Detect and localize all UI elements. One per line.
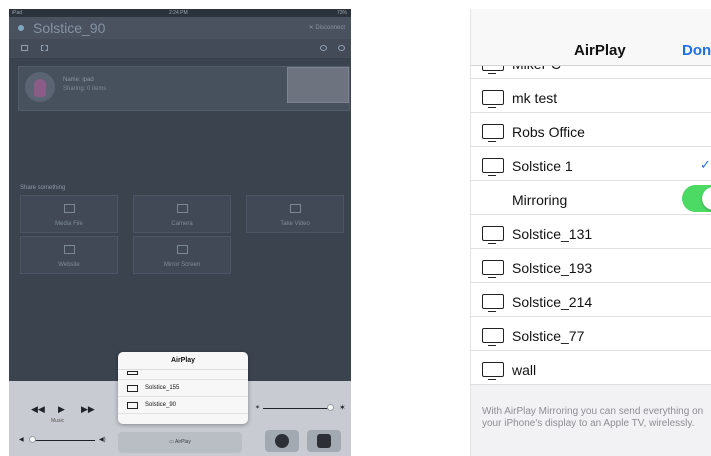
tv-icon [482,362,504,380]
popover-title: AirPlay [118,352,248,370]
brightness-knob[interactable] [327,404,334,411]
camera-tile[interactable]: Camera [133,195,231,233]
battery-label: 73% [336,10,347,16]
refresh-icon[interactable] [320,45,327,51]
status-dot-icon [18,25,24,31]
airplay-device-row[interactable] [118,370,248,380]
add-video-icon [290,204,301,213]
page-title: AirPlay [574,42,626,59]
media-file-tile[interactable]: Media File [20,195,118,233]
done-button[interactable]: Done [682,42,711,59]
airplay-device-row[interactable]: wall [471,351,711,385]
airplay-button-label: AirPlay [175,439,191,445]
tile-label: Media File [55,221,83,227]
tv-icon [482,328,504,346]
track-label: Music [51,418,65,424]
mirroring-footnote: With AirPlay Mirroring you can send ever… [482,406,704,429]
tv-icon [482,226,504,244]
airplay-device-row[interactable]: Robs Office [471,113,711,147]
mirroring-label: Mirroring [512,192,568,208]
grid-icon[interactable] [41,45,48,51]
airplay-device-row[interactable]: Solstice_131 [471,215,711,249]
camera-icon [317,434,331,448]
volume-slider[interactable] [31,440,95,441]
user-name: Name: ipad [63,77,94,83]
brightness-slider[interactable] [263,408,329,409]
app-title-bar: Solstice_90 ✕ Disconnect [9,17,351,39]
session-title: Solstice_90 [33,20,106,36]
view-toolbar [9,39,351,59]
mirror-screen-tile[interactable]: Mirror Screen [133,236,231,274]
tile-label: Mirror Screen [163,262,201,268]
tile-label: Camera [171,221,193,227]
nav-header: AirPlay Done [471,9,711,66]
tv-icon [127,371,138,375]
status-bar: iPad 2:24 PM 73% [9,9,351,17]
screen-thumbnail[interactable] [287,67,349,103]
volume-knob[interactable] [29,436,36,443]
monitor-icon[interactable] [21,45,28,51]
tv-icon [482,124,504,142]
rewind-button[interactable]: ◀◀ [31,404,45,415]
mirror-screen-icon [177,245,188,254]
tv-icon [482,294,504,312]
tile-label: Take Video [280,221,310,227]
add-photo-icon [177,204,188,213]
tile-label: Website [58,262,80,268]
disconnect-label: Disconnect [315,25,345,31]
airplay-device-row[interactable]: Solstice_193 [471,249,711,283]
add-media-icon [64,204,75,213]
carrier-label: iPad [12,10,23,16]
brightness-high-icon: ✶ [339,403,346,412]
tv-icon [127,385,138,392]
website-icon [64,245,75,254]
airplay-device-row[interactable]: Solstice_155 [118,380,248,397]
airplay-device-row[interactable]: Solstice_77 [471,317,711,351]
user-card: Name: ipad Sharing: 0 items [18,66,350,111]
gear-icon[interactable] [338,45,345,51]
tv-icon [482,90,504,108]
take-video-tile[interactable]: Take Video [246,195,344,233]
brightness-low-icon: ✶ [255,405,261,411]
mirroring-toggle[interactable] [682,185,711,212]
airplay-button[interactable]: ▭ AirPlay [118,432,242,453]
website-tile[interactable]: Website [20,236,118,274]
mirroring-row: Mirroring [471,181,711,215]
share-heading: Share something [20,185,66,191]
play-button[interactable]: ▶ [58,404,65,415]
airplay-device-row[interactable]: Solstice_90 [118,397,248,414]
checkmark-icon: ✓ [700,157,711,172]
airplay-popover: AirPlay Solstice_155 Solstice_90 [118,352,248,424]
forward-button[interactable]: ▶▶ [81,404,95,415]
tv-icon [482,158,504,176]
airplay-device-row[interactable]: mk test [471,79,711,113]
ipad-screen: iPad 2:24 PM 73% Solstice_90 ✕ Disconnec… [9,9,351,456]
disconnect-button[interactable]: ✕ Disconnect [309,24,345,31]
user-sharing-status: Sharing: 0 items [63,86,107,92]
timer-button[interactable] [265,430,299,452]
airplay-device-list: MikePC mk test Robs Office Solstice 1 ✓ … [471,54,711,385]
tv-icon [127,402,138,409]
iphone-screen: AirPlay Done MikePC mk test Robs Office … [470,9,711,456]
tv-icon [482,260,504,278]
avatar [25,72,55,102]
airplay-device-row-selected[interactable]: Solstice 1 ✓ [471,147,711,181]
volume-high-icon: ◀) [99,437,106,443]
airplay-device-row[interactable]: Solstice_214 [471,283,711,317]
volume-low-icon: ◀ [19,437,24,443]
clock: 2:24 PM [169,10,188,16]
camera-button[interactable] [307,430,341,452]
timer-icon [275,434,289,448]
